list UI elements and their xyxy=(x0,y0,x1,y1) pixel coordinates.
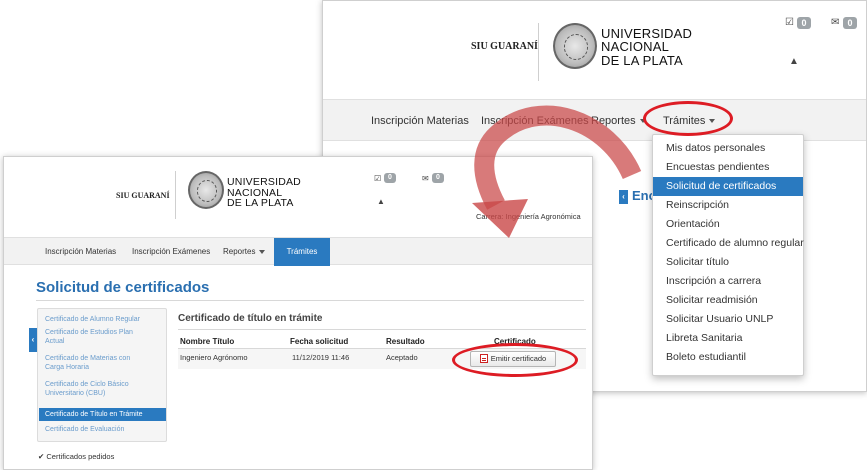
certificates-sidebar: Certificado de Alumno Regular Certificad… xyxy=(37,308,167,442)
sidebar-item-titulo-tramite[interactable]: Certificado de Título en Trámite xyxy=(39,408,166,421)
university-name: UNIVERSIDAD NACIONAL DE LA PLATA xyxy=(601,26,693,68)
nav-reportes[interactable]: Reportes xyxy=(591,115,646,127)
highlight-oval-tramites xyxy=(643,101,733,136)
menu-item-inscripcion-carrera[interactable]: Inscripción a carrera xyxy=(653,272,803,291)
sidebar-item-alumno-regular[interactable]: Certificado de Alumno Regular xyxy=(45,316,163,325)
siu-guarani-logo: SIU GUARANÍ xyxy=(471,41,538,52)
user-icon[interactable]: ▲ xyxy=(377,197,385,206)
menu-item-solicitud-certificados[interactable]: Solicitud de certificados xyxy=(653,177,803,196)
nav-inscripcion-materias[interactable]: Inscripción Materias xyxy=(45,247,116,256)
university-name: UNIVERSIDAD NACIONAL DE LA PLATA xyxy=(227,176,301,210)
certificados-pedidos-link[interactable]: ✔ Certificados pedidos xyxy=(38,452,114,461)
menu-item-reinscripcion[interactable]: Reinscripción xyxy=(653,196,803,215)
menu-item-encuestas[interactable]: Encuestas pendientes xyxy=(653,158,803,177)
mail-badge[interactable]: 0 xyxy=(432,173,444,183)
nav-inscripcion-materias[interactable]: Inscripción Materias xyxy=(371,115,469,127)
mail-badge[interactable]: 0 xyxy=(843,17,857,29)
menu-item-mis-datos[interactable]: Mis datos personales xyxy=(653,139,803,158)
checkmark-icon: ✔ xyxy=(38,452,45,461)
messages-badge[interactable]: 0 xyxy=(384,173,396,183)
check-square-icon[interactable]: ☑ xyxy=(785,17,794,28)
menu-item-libreta-sanitaria[interactable]: Libreta Sanitaria xyxy=(653,329,803,348)
highlight-oval-emitir xyxy=(452,343,578,377)
university-seal-icon xyxy=(188,171,224,209)
menu-item-boleto-estudiantil[interactable]: Boleto estudiantil xyxy=(653,348,803,367)
menu-item-solicitar-usuario[interactable]: Solicitar Usuario UNLP xyxy=(653,310,803,329)
sidebar-item-ciclo-basico[interactable]: Certificado de Ciclo Básico Universitari… xyxy=(45,381,149,399)
messages-badge[interactable]: 0 xyxy=(797,17,811,29)
menu-item-orientacion[interactable]: Orientación xyxy=(653,215,803,234)
column-header-nombre: Nombre Título xyxy=(180,337,235,346)
sidebar-item-estudios-plan[interactable]: Certificado de Estudios Plan Actual xyxy=(45,329,145,347)
header-divider xyxy=(538,23,539,81)
sidebar-item-evaluacion[interactable]: Certificado de Evaluación xyxy=(45,426,163,435)
header: SIU GUARANÍ UNIVERSIDAD NACIONAL DE LA P… xyxy=(4,157,592,237)
cell-title: Ingeniero Agrónomo xyxy=(180,353,248,362)
nav-reportes[interactable]: Reportes xyxy=(223,247,266,256)
envelope-icon[interactable]: ✉ xyxy=(422,174,429,183)
column-header-fecha: Fecha solicitud xyxy=(290,337,349,346)
menu-item-solicitar-titulo[interactable]: Solicitar título xyxy=(653,253,803,272)
main-nav: Inscripción Materias Inscripción Exámene… xyxy=(4,237,592,266)
front-browser-window: SIU GUARANÍ UNIVERSIDAD NACIONAL DE LA P… xyxy=(3,156,593,470)
section-title: Certificado de título en trámite xyxy=(178,313,323,324)
envelope-icon[interactable]: ✉ xyxy=(831,17,839,28)
sidebar-item-materias-carga[interactable]: Certificado de Materias con Carga Horari… xyxy=(45,355,149,373)
chevron-down-icon xyxy=(259,249,266,254)
siu-guarani-logo: SIU GUARANÍ xyxy=(116,191,170,200)
column-header-resultado: Resultado xyxy=(386,337,425,346)
menu-item-certificado-alumno[interactable]: Certificado de alumno regular xyxy=(653,234,804,253)
page-title: Solicitud de certificados xyxy=(36,279,210,296)
menu-item-solicitar-readmision[interactable]: Solicitar readmisión xyxy=(653,291,803,310)
title-divider xyxy=(36,300,584,301)
user-icon[interactable]: ▲ xyxy=(789,56,799,67)
header: SIU GUARANÍ UNIVERSIDAD NACIONAL DE LA P… xyxy=(323,1,866,99)
university-seal-icon xyxy=(553,23,597,69)
tramites-dropdown-menu: Mis datos personales Encuestas pendiente… xyxy=(652,134,804,376)
nav-tramites[interactable]: Trámites xyxy=(274,238,330,266)
cell-date: 11/12/2019 11:46 xyxy=(292,353,350,362)
check-square-icon[interactable]: ☑ xyxy=(374,174,381,183)
cell-result: Aceptado xyxy=(386,353,418,362)
chevron-left-icon[interactable]: ‹ xyxy=(29,328,37,352)
career-label: Carrera: Ingeniería Agronómica xyxy=(476,212,581,221)
header-divider xyxy=(175,171,176,219)
chevron-left-icon[interactable]: ‹ xyxy=(619,190,628,204)
section-divider xyxy=(178,329,586,330)
nav-inscripcion-examenes[interactable]: Inscripción Exámenes xyxy=(481,115,589,127)
nav-inscripcion-examenes[interactable]: Inscripción Exámenes xyxy=(132,247,210,256)
